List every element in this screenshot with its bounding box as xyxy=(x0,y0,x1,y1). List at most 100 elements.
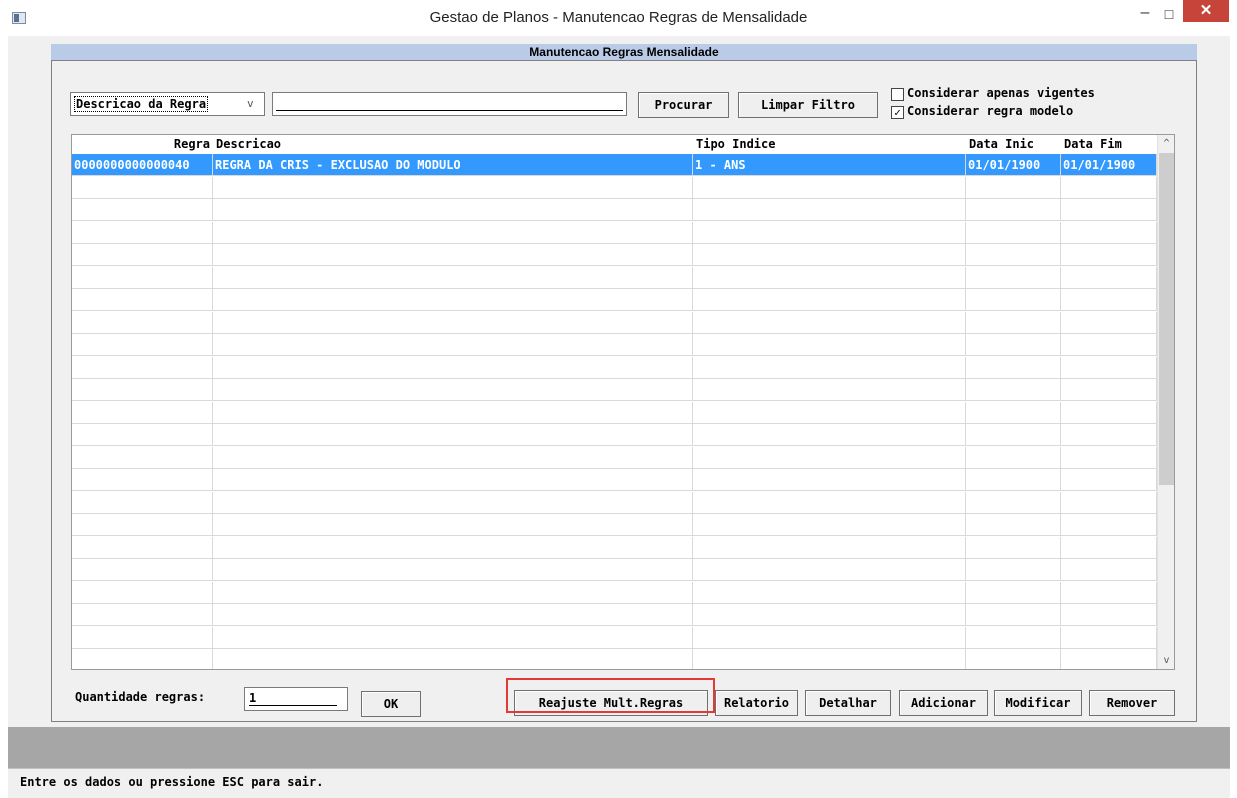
empty-cell xyxy=(693,649,966,669)
empty-table-row[interactable] xyxy=(72,626,1157,649)
empty-table-row[interactable] xyxy=(72,266,1157,289)
empty-cell xyxy=(693,221,966,244)
empty-cell xyxy=(693,581,966,604)
message-area xyxy=(8,727,1230,768)
empty-table-row[interactable] xyxy=(72,649,1157,669)
column-header-data-fim[interactable]: Data Fim xyxy=(1061,135,1157,154)
scrollbar-thumb[interactable] xyxy=(1159,153,1174,485)
empty-cell xyxy=(966,536,1061,559)
empty-cell xyxy=(213,401,693,424)
search-input[interactable] xyxy=(272,92,627,116)
empty-cell xyxy=(1061,446,1157,469)
empty-cell xyxy=(693,559,966,581)
only-active-checkbox[interactable] xyxy=(891,88,904,101)
minimize-button[interactable]: – xyxy=(1133,4,1157,26)
highlight-box xyxy=(506,678,715,713)
empty-cell xyxy=(966,626,1061,649)
empty-table-row[interactable] xyxy=(72,581,1157,604)
empty-table-row[interactable] xyxy=(72,176,1157,199)
empty-cell xyxy=(1061,491,1157,514)
empty-table-row[interactable] xyxy=(72,491,1157,514)
cell-data-inic: 01/01/1900 xyxy=(966,154,1061,176)
quantity-input[interactable]: 1 xyxy=(244,687,348,711)
empty-cell xyxy=(213,469,693,491)
empty-cell xyxy=(1061,289,1157,311)
cell-data-fim: 01/01/1900 xyxy=(1061,154,1157,176)
empty-table-row[interactable] xyxy=(72,446,1157,469)
model-rule-checkbox[interactable]: ✓ xyxy=(891,106,904,119)
empty-cell xyxy=(693,446,966,469)
empty-table-row[interactable] xyxy=(72,401,1157,424)
empty-cell xyxy=(1061,514,1157,536)
column-header-data-inic[interactable]: Data Inic xyxy=(966,135,1061,154)
empty-cell xyxy=(213,446,693,469)
model-rule-label: Considerar regra modelo xyxy=(907,104,1074,118)
empty-cell xyxy=(966,244,1061,266)
status-message: Entre os dados ou pressione ESC para sai… xyxy=(20,775,324,789)
empty-cell xyxy=(213,334,693,356)
empty-table-row[interactable] xyxy=(72,559,1157,581)
empty-cell xyxy=(72,379,213,401)
column-header-tipo-indice[interactable]: Tipo Indice xyxy=(693,135,966,154)
empty-table-row[interactable] xyxy=(72,289,1157,311)
empty-cell xyxy=(1061,469,1157,491)
ok-button[interactable]: OK xyxy=(361,691,421,717)
empty-table-row[interactable] xyxy=(72,221,1157,244)
only-active-label: Considerar apenas vigentes xyxy=(907,86,1095,100)
empty-table-row[interactable] xyxy=(72,334,1157,356)
empty-cell xyxy=(213,559,693,581)
column-header-descricao[interactable]: Descricao xyxy=(213,135,693,154)
modificar-button[interactable]: Modificar xyxy=(994,690,1082,716)
empty-cell xyxy=(72,221,213,244)
empty-table-row[interactable] xyxy=(72,244,1157,266)
search-button[interactable]: Procurar xyxy=(638,92,729,118)
remover-button[interactable]: Remover xyxy=(1089,690,1175,716)
scroll-up-icon[interactable]: ^ xyxy=(1158,135,1174,152)
column-header-regra[interactable]: Regra xyxy=(72,135,213,154)
filter-field-selected: Descricao da Regra xyxy=(74,96,209,112)
clear-filter-button[interactable]: Limpar Filtro xyxy=(738,92,878,118)
empty-table-row[interactable] xyxy=(72,424,1157,446)
empty-table-row[interactable] xyxy=(72,536,1157,559)
empty-cell xyxy=(966,176,1061,199)
empty-cell xyxy=(1061,266,1157,289)
filter-field-select[interactable]: Descricao da Regra v xyxy=(70,92,265,116)
empty-cell xyxy=(72,289,213,311)
vertical-scrollbar[interactable]: ^ v xyxy=(1157,135,1174,669)
relatorio-button[interactable]: Relatorio xyxy=(715,690,798,716)
empty-table-row[interactable] xyxy=(72,514,1157,536)
empty-cell xyxy=(966,514,1061,536)
empty-table-row[interactable] xyxy=(72,356,1157,379)
empty-cell xyxy=(966,311,1061,334)
detalhar-button[interactable]: Detalhar xyxy=(805,690,891,716)
panel-title: Manutencao Regras Mensalidade xyxy=(51,44,1197,61)
scroll-down-icon[interactable]: v xyxy=(1158,652,1174,669)
empty-table-row[interactable] xyxy=(72,379,1157,401)
empty-cell xyxy=(72,199,213,221)
empty-cell xyxy=(72,604,213,626)
status-bar: Entre os dados ou pressione ESC para sai… xyxy=(8,768,1230,798)
empty-cell xyxy=(966,649,1061,669)
maximize-button[interactable]: ☐ xyxy=(1157,4,1181,26)
empty-cell xyxy=(72,514,213,536)
rules-table[interactable]: Regra Descricao Tipo Indice Data Inic Da… xyxy=(71,134,1175,670)
empty-cell xyxy=(693,536,966,559)
input-underline xyxy=(276,110,623,111)
empty-cell xyxy=(966,604,1061,626)
empty-cell xyxy=(966,446,1061,469)
empty-cell xyxy=(72,536,213,559)
empty-table-row[interactable] xyxy=(72,604,1157,626)
empty-cell xyxy=(966,356,1061,379)
empty-table-row[interactable] xyxy=(72,199,1157,221)
empty-cell xyxy=(693,424,966,446)
adicionar-button[interactable]: Adicionar xyxy=(899,690,988,716)
window-title: Gestao de Planos - Manutencao Regras de … xyxy=(429,9,808,26)
empty-table-row[interactable] xyxy=(72,469,1157,491)
chevron-down-icon[interactable]: v xyxy=(247,97,254,110)
empty-table-row[interactable] xyxy=(72,311,1157,334)
close-button[interactable]: ✕ xyxy=(1183,0,1229,22)
empty-cell xyxy=(72,176,213,199)
table-row[interactable]: 0000000000000040 REGRA DA CRIS - EXCLUSA… xyxy=(72,154,1157,176)
cell-regra: 0000000000000040 xyxy=(72,154,213,176)
empty-cell xyxy=(693,289,966,311)
